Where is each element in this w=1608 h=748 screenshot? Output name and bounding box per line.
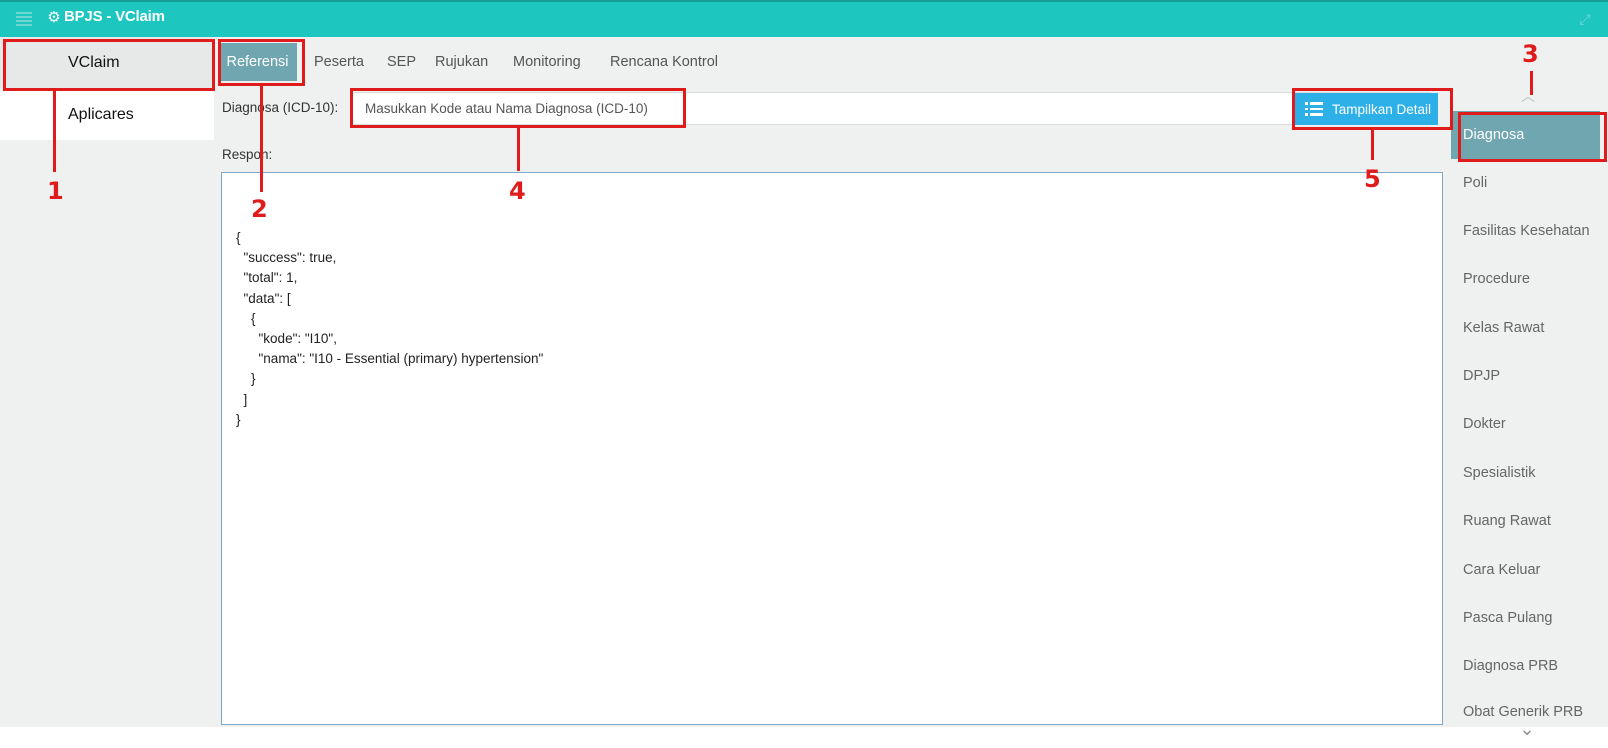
annotation-number-2: 2 — [251, 195, 268, 223]
reference-type-list: Diagnosa Poli Fasilitas Kesehatan Proced… — [1451, 111, 1600, 721]
ref-item-diagnosa[interactable]: Diagnosa — [1451, 111, 1600, 159]
tab-sep[interactable]: SEP — [387, 43, 416, 81]
annotation-line-4 — [517, 127, 520, 171]
annotation-line-1 — [53, 90, 56, 172]
annotation-number-3: 3 — [1522, 40, 1539, 68]
left-nav-aplicares[interactable]: Aplicares — [0, 90, 214, 140]
tab-rujukan[interactable]: Rujukan — [435, 43, 488, 81]
app-title: BPJS - VClaim — [64, 8, 165, 25]
annotation-number-5: 5 — [1364, 165, 1381, 193]
ref-item-pasca-pulang[interactable]: Pasca Pulang — [1451, 594, 1600, 642]
ref-item-ruang-rawat[interactable]: Ruang Rawat — [1451, 497, 1600, 545]
ref-item-fasilitas-kesehatan[interactable]: Fasilitas Kesehatan — [1451, 207, 1600, 255]
ref-item-poli[interactable]: Poli — [1451, 159, 1600, 207]
tampilkan-detail-button[interactable]: Tampilkan Detail — [1292, 93, 1438, 125]
response-output-box[interactable]: { "success": true, "total": 1, "data": [… — [221, 172, 1443, 725]
ref-item-kelas-rawat[interactable]: Kelas Rawat — [1451, 304, 1600, 352]
ref-item-dokter[interactable]: Dokter — [1451, 400, 1600, 448]
tampilkan-detail-label: Tampilkan Detail — [1332, 101, 1432, 117]
tab-referensi[interactable]: Referensi — [218, 43, 297, 81]
ref-item-cara-keluar[interactable]: Cara Keluar — [1451, 546, 1600, 594]
annotation-number-4: 4 — [509, 177, 526, 205]
title-bar: ⚙ BPJS - VClaim ⤢ — [0, 0, 1608, 37]
respon-label: Respon: — [222, 147, 273, 162]
ref-item-procedure[interactable]: Procedure — [1451, 255, 1600, 303]
tab-peserta[interactable]: Peserta — [314, 43, 364, 81]
expand-icon[interactable]: ⤢ — [1576, 11, 1594, 29]
diagnosa-label: Diagnosa (ICD-10): — [222, 100, 339, 115]
left-nav-vclaim[interactable]: VClaim — [0, 37, 214, 88]
response-json-text: { "success": true, "total": 1, "data": [… — [236, 230, 544, 427]
scroll-down-chevron-icon[interactable]: ⌄ — [1516, 719, 1538, 741]
annotation-line-2 — [260, 86, 263, 192]
tab-monitoring[interactable]: Monitoring — [513, 43, 581, 81]
diagnosa-search-input[interactable] — [350, 92, 1431, 125]
list-icon — [1305, 102, 1323, 116]
hamburger-menu-icon[interactable] — [16, 12, 32, 26]
annotation-line-5 — [1371, 128, 1374, 160]
scroll-up-chevron-icon[interactable]: ︿ — [1517, 90, 1539, 104]
ref-item-spesialistik[interactable]: Spesialistik — [1451, 449, 1600, 497]
ref-item-obat-generik-prb[interactable]: Obat Generik PRB — [1451, 688, 1600, 721]
tab-rencana-kontrol[interactable]: Rencana Kontrol — [610, 43, 718, 81]
ref-item-diagnosa-prb[interactable]: Diagnosa PRB — [1451, 642, 1600, 690]
annotation-line-3 — [1530, 71, 1533, 95]
ref-item-dpjp[interactable]: DPJP — [1451, 352, 1600, 400]
settings-gear-icon: ⚙ — [47, 8, 61, 26]
annotation-number-1: 1 — [47, 177, 64, 205]
